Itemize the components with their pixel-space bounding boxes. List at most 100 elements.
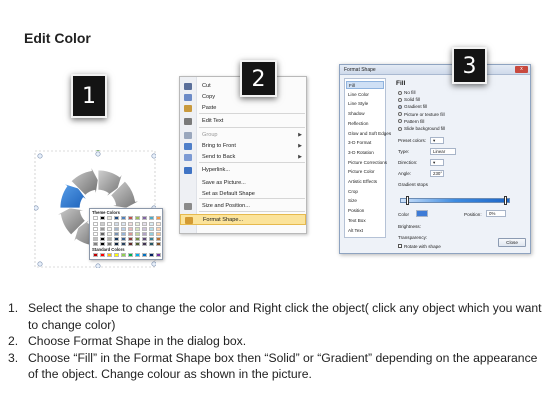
color-swatch[interactable] xyxy=(121,242,126,246)
color-swatch[interactable] xyxy=(135,232,140,236)
color-swatch[interactable] xyxy=(128,216,133,220)
position-input[interactable]: 0% xyxy=(486,210,506,217)
category-picture-color[interactable]: Picture Color xyxy=(346,168,384,176)
color-swatch[interactable] xyxy=(128,242,133,246)
color-swatch[interactable] xyxy=(100,222,105,226)
menu-item-format-shape[interactable]: Format Shape... xyxy=(180,214,306,225)
category-position[interactable]: Position xyxy=(346,207,384,215)
color-swatch[interactable] xyxy=(149,227,154,231)
category-3-d-rotation[interactable]: 3-D Rotation xyxy=(346,149,384,157)
menu-item-bring-to-front[interactable]: Bring to Front ▶ xyxy=(180,141,306,152)
fill-option-gradient-fill[interactable]: Gradient fill xyxy=(398,104,427,109)
type-dropdown[interactable]: Linear xyxy=(430,148,456,155)
color-swatch[interactable] xyxy=(149,237,154,241)
standard-color-swatch[interactable] xyxy=(142,253,147,257)
selection-handle[interactable] xyxy=(37,153,43,159)
standard-color-swatch[interactable] xyxy=(135,253,140,257)
color-swatch[interactable] xyxy=(107,237,112,241)
color-swatch[interactable] xyxy=(142,242,147,246)
selection-handle[interactable] xyxy=(95,151,101,157)
color-swatch[interactable] xyxy=(156,237,161,241)
standard-color-swatch[interactable] xyxy=(121,253,126,257)
color-swatch[interactable] xyxy=(128,232,133,236)
color-swatch[interactable] xyxy=(100,216,105,220)
color-swatch[interactable] xyxy=(100,242,105,246)
menu-item-group[interactable]: Group ▶ xyxy=(180,130,306,141)
color-swatch[interactable] xyxy=(93,216,98,220)
selection-handle[interactable] xyxy=(151,261,156,267)
color-swatch[interactable] xyxy=(156,232,161,236)
menu-item-hyperlink[interactable]: Hyperlink... xyxy=(180,165,306,176)
color-swatch[interactable] xyxy=(135,242,140,246)
fill-option-no-fill[interactable]: No fill xyxy=(398,90,416,95)
standard-color-swatch[interactable] xyxy=(128,253,133,257)
color-swatch[interactable] xyxy=(128,227,133,231)
color-picker-button[interactable] xyxy=(416,210,428,217)
color-swatch[interactable] xyxy=(114,242,119,246)
color-swatch[interactable] xyxy=(93,232,98,236)
gradient-stop-handle[interactable] xyxy=(504,196,507,205)
color-swatch[interactable] xyxy=(149,222,154,226)
category-reflection[interactable]: Reflection xyxy=(346,120,384,128)
category-fill[interactable]: Fill xyxy=(346,81,384,89)
color-swatch[interactable] xyxy=(100,227,105,231)
color-swatch[interactable] xyxy=(149,216,154,220)
color-swatch[interactable] xyxy=(142,222,147,226)
color-swatch[interactable] xyxy=(121,232,126,236)
color-swatch[interactable] xyxy=(114,237,119,241)
menu-item-size-and-position[interactable]: Size and Position... xyxy=(180,201,306,212)
category-glow-and-soft-edges[interactable]: Glow and Soft Edges xyxy=(346,130,391,138)
fill-option-picture-or-texture-fill[interactable]: Picture or texture fill xyxy=(398,112,445,117)
menu-item-edit-text[interactable]: Edit Text xyxy=(180,116,306,127)
standard-color-swatch[interactable] xyxy=(114,253,119,257)
category-alt-text[interactable]: Alt Text xyxy=(346,227,384,235)
color-swatch[interactable] xyxy=(114,216,119,220)
color-swatch[interactable] xyxy=(114,227,119,231)
color-swatch[interactable] xyxy=(93,222,98,226)
category-crop[interactable]: Crop xyxy=(346,188,384,196)
fill-option-solid-fill[interactable]: Solid fill xyxy=(398,97,420,102)
category-line-color[interactable]: Line Color xyxy=(346,91,384,99)
color-swatch[interactable] xyxy=(149,242,154,246)
color-swatch[interactable] xyxy=(135,222,140,226)
color-swatch[interactable] xyxy=(114,222,119,226)
color-swatch[interactable] xyxy=(128,237,133,241)
selection-handle[interactable] xyxy=(37,261,43,267)
selection-handle[interactable] xyxy=(34,205,39,211)
menu-item-send-to-back[interactable]: Send to Back ▶ xyxy=(180,152,306,163)
category-line-style[interactable]: Line Style xyxy=(346,100,384,108)
close-button[interactable]: Close xyxy=(498,238,526,247)
category-shadow[interactable]: Shadow xyxy=(346,110,384,118)
standard-color-swatch[interactable] xyxy=(149,253,154,257)
gradient-stop-handle[interactable] xyxy=(406,196,409,205)
standard-color-swatch[interactable] xyxy=(100,253,105,257)
color-swatch[interactable] xyxy=(93,242,98,246)
color-swatch[interactable] xyxy=(135,227,140,231)
color-swatch[interactable] xyxy=(128,222,133,226)
gradient-stops-bar[interactable] xyxy=(400,198,510,203)
category-picture-corrections[interactable]: Picture Corrections xyxy=(346,159,387,167)
color-swatch[interactable] xyxy=(156,242,161,246)
standard-color-swatch[interactable] xyxy=(93,253,98,257)
color-swatch[interactable] xyxy=(100,237,105,241)
fill-option-slide-background-fill[interactable]: Slide background fill xyxy=(398,126,445,131)
fill-option-pattern-fill[interactable]: Pattern fill xyxy=(398,119,424,124)
color-swatch[interactable] xyxy=(121,227,126,231)
color-swatch[interactable] xyxy=(142,227,147,231)
category-artistic-effects[interactable]: Artistic Effects xyxy=(346,178,384,186)
color-swatch[interactable] xyxy=(142,237,147,241)
color-swatch[interactable] xyxy=(114,232,119,236)
color-swatch[interactable] xyxy=(100,232,105,236)
category-size[interactable]: Size xyxy=(346,197,384,205)
rotation-handle[interactable] xyxy=(96,150,101,151)
color-swatch[interactable] xyxy=(149,232,154,236)
color-swatch[interactable] xyxy=(142,216,147,220)
category-text-box[interactable]: Text Box xyxy=(346,217,384,225)
color-swatch[interactable] xyxy=(107,222,112,226)
color-swatch[interactable] xyxy=(156,227,161,231)
color-swatch[interactable] xyxy=(107,227,112,231)
color-swatch[interactable] xyxy=(121,237,126,241)
preset-colors-dropdown[interactable]: ▾ xyxy=(430,137,444,144)
color-swatch[interactable] xyxy=(121,216,126,220)
menu-item-save-as-picture[interactable]: Save as Picture... xyxy=(180,178,306,189)
